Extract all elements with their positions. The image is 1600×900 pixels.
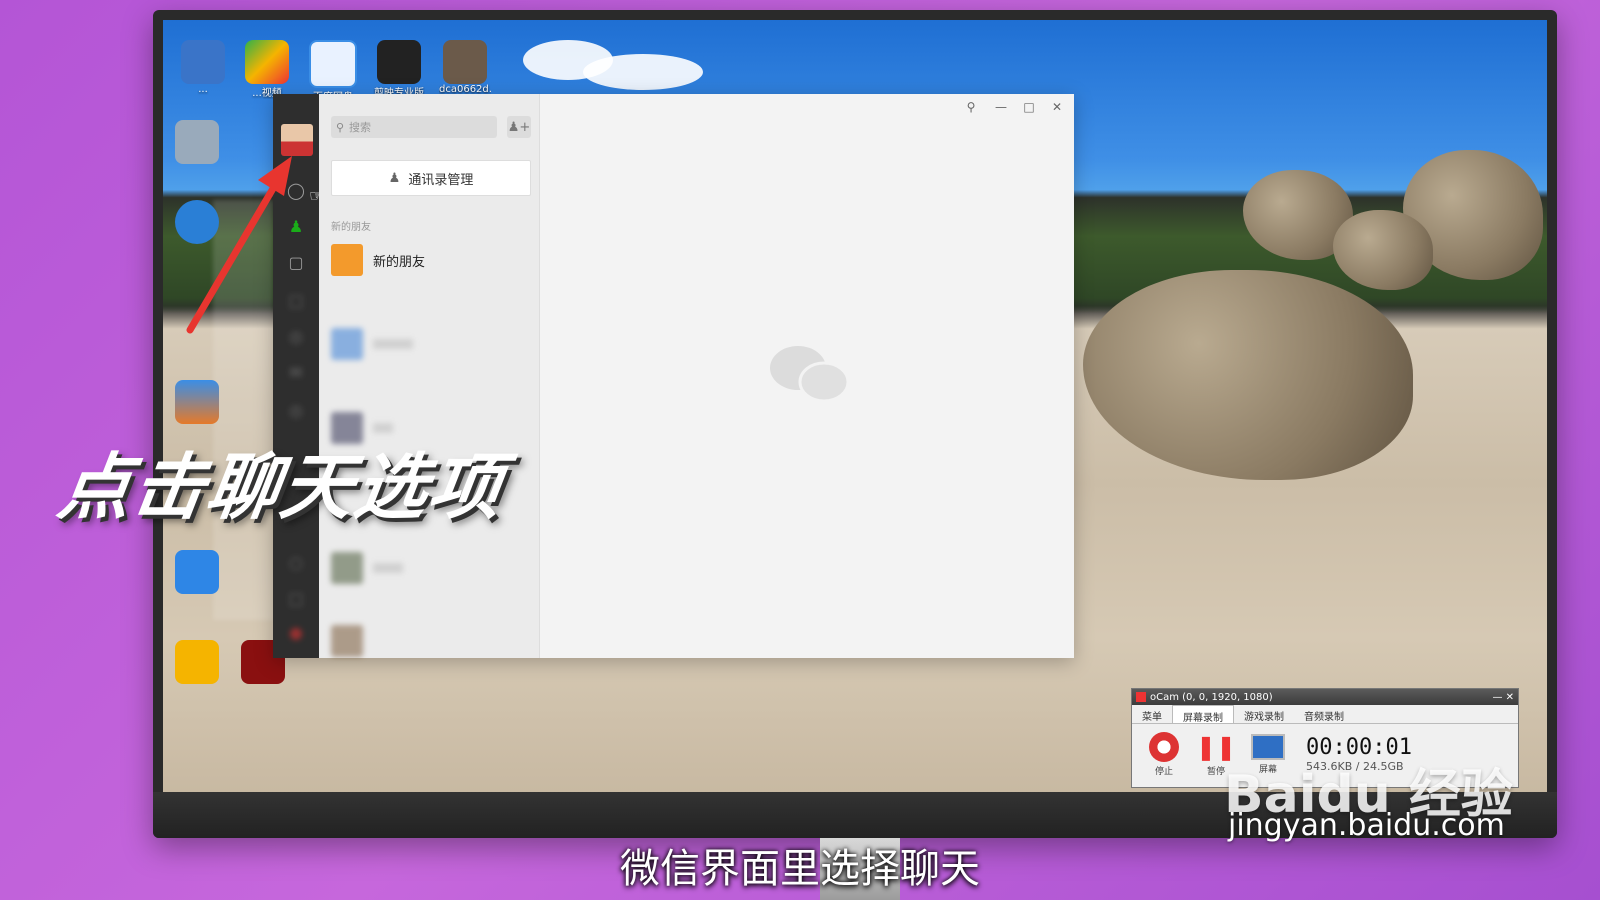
- stop-button[interactable]: 停止: [1138, 731, 1190, 777]
- pin-icon[interactable]: ⚲: [960, 98, 982, 116]
- cloud: [583, 54, 703, 90]
- desktop-screen: ... ...视频 百度网盘 剪映专业版 dca0662d...: [163, 20, 1547, 792]
- contact-avatar: [331, 552, 363, 584]
- close-icon[interactable]: ✕: [1046, 98, 1068, 116]
- ocam-titlebar: oCam (0, 0, 1920, 1080) — ✕: [1132, 689, 1518, 705]
- monitor-frame: ... ...视频 百度网盘 剪映专业版 dca0662d...: [153, 10, 1557, 838]
- desktop-icon[interactable]: [171, 640, 223, 684]
- person-icon: ♟: [388, 170, 401, 186]
- blurred-text: [373, 339, 413, 349]
- section-header-new-friends: 新的朋友: [331, 222, 371, 233]
- desktop-icon[interactable]: ...: [177, 40, 229, 95]
- close-icon[interactable]: — ✕: [1492, 692, 1514, 703]
- new-friends-icon: [331, 244, 363, 276]
- maximize-icon[interactable]: □: [1018, 98, 1040, 116]
- list-item[interactable]: [319, 316, 539, 372]
- contact-avatar: [331, 625, 363, 657]
- file-icon: [443, 40, 487, 84]
- tab-menu[interactable]: 菜单: [1132, 705, 1172, 723]
- video-subtitle: 微信界面里选择聊天: [620, 846, 980, 892]
- menu-icon[interactable]: ●: [286, 622, 306, 642]
- red-arrow-annotation: [186, 156, 292, 334]
- list-item-new-friends[interactable]: 新的朋友: [319, 232, 539, 288]
- tab-screen-record[interactable]: 屏幕录制: [1172, 705, 1234, 724]
- contacts-list-panel: ⚲ 搜索 ♟+ ♟ 通讯录管理 新的朋友 新的朋友: [319, 94, 540, 658]
- video-editor-icon: [377, 40, 421, 84]
- phone-icon[interactable]: ○: [286, 552, 306, 572]
- desktop-icon[interactable]: dca0662d...: [439, 40, 491, 95]
- mail-icon[interactable]: ✉: [286, 362, 306, 382]
- desktop-icon[interactable]: ...视频: [241, 40, 293, 99]
- contacts-management-button[interactable]: ♟ 通讯录管理: [331, 160, 531, 196]
- list-item[interactable]: [319, 540, 539, 596]
- boulder: [1083, 270, 1413, 480]
- cloud-drive-icon: [309, 40, 357, 88]
- add-user-icon: ♟+: [507, 119, 531, 135]
- app-icon: [175, 550, 219, 594]
- stop-record-icon: [1149, 731, 1179, 762]
- list-item[interactable]: [319, 624, 539, 658]
- search-icon: ⚲: [335, 120, 345, 134]
- instruction-caption: 点击聊天选项: [53, 445, 510, 529]
- settings-icon[interactable]: □: [286, 588, 306, 608]
- chat-main-area: ⚲ — □ ✕: [540, 94, 1074, 658]
- desktop-icon[interactable]: [171, 550, 223, 594]
- miniapp-icon[interactable]: ◎: [286, 400, 306, 420]
- ocam-tabs: 菜单 屏幕录制 游戏录制 音频录制: [1132, 705, 1518, 724]
- official-account-icon: [331, 328, 363, 360]
- tab-audio-record[interactable]: 音频录制: [1294, 705, 1354, 723]
- computer-icon: [181, 40, 225, 84]
- search-input[interactable]: ⚲ 搜索: [331, 116, 497, 138]
- ocam-logo-icon: [1136, 692, 1146, 702]
- wechat-logo-icon: [770, 346, 850, 403]
- blurred-text: [373, 563, 403, 573]
- app-icon: [175, 380, 219, 424]
- add-contact-button[interactable]: ♟+: [507, 116, 531, 138]
- boulder: [1333, 210, 1433, 290]
- folder-icon: [175, 640, 219, 684]
- desktop-icon[interactable]: 剪映专业版: [373, 40, 425, 99]
- minimize-icon[interactable]: —: [990, 98, 1012, 116]
- tab-game-record[interactable]: 游戏录制: [1234, 705, 1294, 723]
- wechat-window: ◯ ☞ ♟ ▢ □ ◎ ✉ ◎ ○ □ ● ⚲ 搜索 ♟+ ♟ 通讯录管理 新的…: [273, 94, 1074, 658]
- video-player-icon: [245, 40, 289, 84]
- desktop-icon[interactable]: [171, 380, 223, 424]
